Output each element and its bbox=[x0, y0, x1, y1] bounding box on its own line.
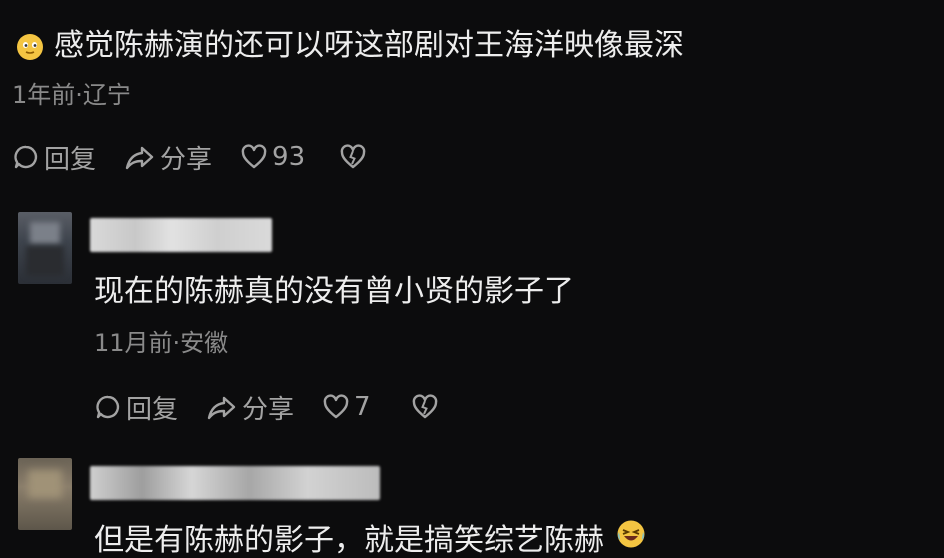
comment-text-content: 但是有陈赫的影子，就是搞笑综艺陈赫 bbox=[94, 523, 604, 558]
reply-icon bbox=[94, 393, 122, 421]
avatar[interactable] bbox=[18, 458, 72, 530]
comment-meta: 11月前·安徽 bbox=[94, 329, 229, 357]
reply-label: 回复 bbox=[44, 144, 97, 175]
like-count: 7 bbox=[354, 392, 371, 422]
like-button[interactable]: 93 bbox=[240, 142, 305, 172]
share-label: 分享 bbox=[160, 144, 213, 175]
username-blurred[interactable] bbox=[90, 466, 380, 500]
heart-icon bbox=[322, 393, 350, 421]
share-button[interactable]: 分享 bbox=[124, 139, 212, 176]
share-icon bbox=[206, 393, 238, 421]
comment-meta: 1年前·辽宁 bbox=[12, 81, 131, 109]
comment-text: 感觉陈赫演的还可以呀这部剧对王海洋映像最深 bbox=[54, 28, 684, 63]
share-label: 分享 bbox=[242, 394, 295, 425]
share-button[interactable]: 分享 bbox=[206, 389, 294, 426]
smiling-face-icon bbox=[16, 33, 44, 65]
reply-button[interactable]: 回复 bbox=[94, 389, 178, 426]
comment-actions: 回复 分享 93 bbox=[12, 139, 395, 176]
dislike-button[interactable] bbox=[339, 143, 367, 171]
comment-actions: 回复 分享 7 bbox=[94, 389, 467, 426]
broken-heart-icon bbox=[411, 393, 439, 421]
avatar[interactable] bbox=[18, 212, 72, 284]
laughing-crying-face-icon bbox=[616, 519, 646, 558]
heart-icon bbox=[240, 143, 268, 171]
comment-text: 但是有陈赫的影子，就是搞笑综艺陈赫 bbox=[94, 519, 646, 558]
reply-icon bbox=[12, 143, 40, 171]
username-blurred[interactable] bbox=[90, 218, 272, 252]
share-icon bbox=[124, 143, 156, 171]
dislike-button[interactable] bbox=[411, 393, 439, 421]
reply-button[interactable]: 回复 bbox=[12, 139, 96, 176]
broken-heart-icon bbox=[339, 143, 367, 171]
comment-text: 现在的陈赫真的没有曾小贤的影子了 bbox=[94, 274, 574, 309]
like-button[interactable]: 7 bbox=[322, 392, 371, 422]
like-count: 93 bbox=[272, 142, 306, 172]
reply-label: 回复 bbox=[126, 394, 179, 425]
